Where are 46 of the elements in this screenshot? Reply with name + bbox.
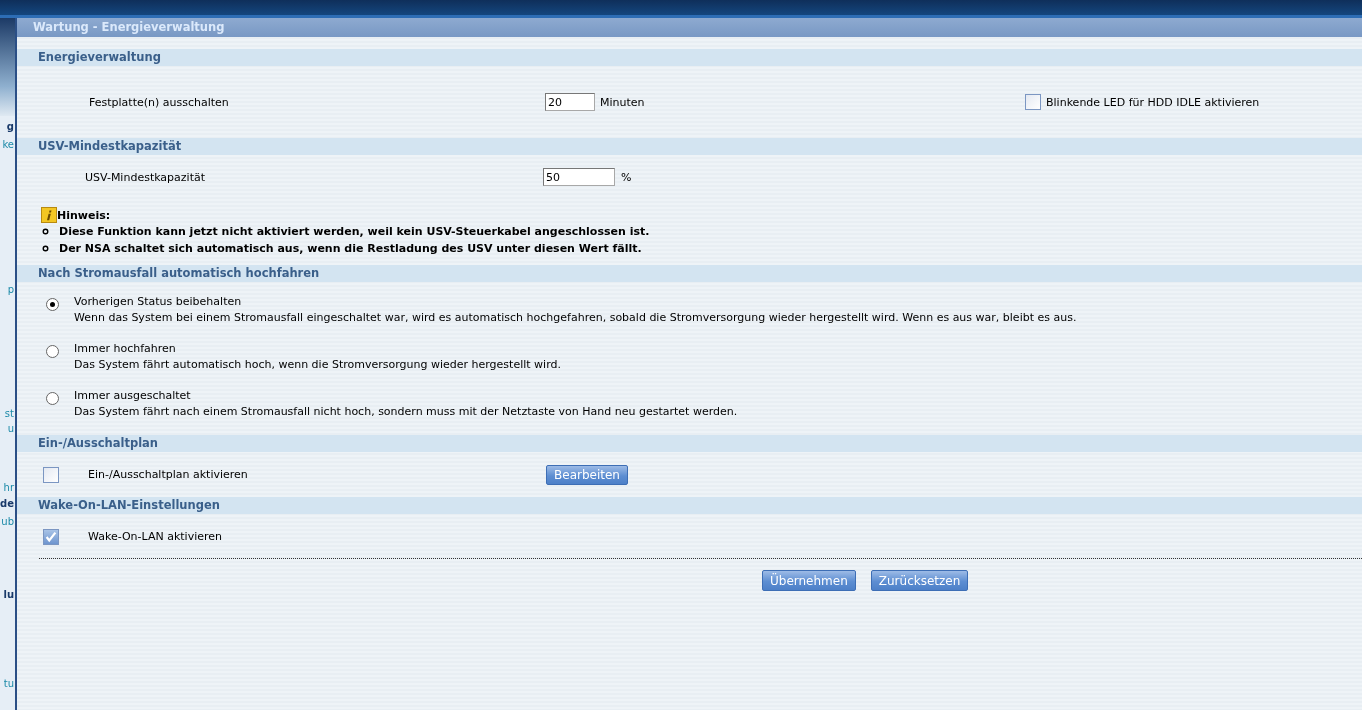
- option-label: Immer ausgeschaltet: [74, 388, 192, 404]
- sidebar-link[interactable]: u: [7, 422, 15, 435]
- sidebar-link[interactable]: ub: [1, 515, 15, 528]
- section-title: USV-Mindestkapazität: [38, 139, 182, 153]
- section-title: Wake-On-LAN-Einstellungen: [38, 498, 220, 512]
- unit-label: %: [621, 170, 633, 184]
- sidebar-link[interactable]: st: [4, 407, 15, 420]
- note-text: Der NSA schaltet sich automatisch aus, wenn die Restladung des USV unter diesen Wert fällt.: [59, 242, 642, 255]
- option-description: Das System fährt automatisch hoch, wenn die Stromversorgung wieder hergestellt wird.: [74, 357, 561, 373]
- input-field[interactable]: 20: [545, 93, 595, 111]
- note-title: Hinweis:: [57, 208, 111, 222]
- checkbox-label: Wake-On-LAN aktivieren: [88, 530, 223, 543]
- radio-button[interactable]: [46, 392, 59, 405]
- action-button[interactable]: Zurücksetzen: [870, 570, 969, 591]
- info-icon: [41, 207, 57, 223]
- unit-label: Minuten: [600, 95, 646, 109]
- action-button[interactable]: Übernehmen: [762, 570, 856, 591]
- sidebar-link[interactable]: tu: [3, 677, 15, 690]
- field-label: USV-Mindestkapazität: [84, 170, 207, 184]
- edit-button[interactable]: Bearbeiten: [546, 464, 628, 485]
- sidebar-link[interactable]: g: [6, 120, 15, 133]
- option-description: Wenn das System bei einem Stromausfall eingeschaltet war, wird es automatisch hochgefahren, sobald die Stromversorgung wieder hergestellt wird. Wenn es aus war, bleibt es aus.: [74, 310, 1077, 326]
- section-title: Energieverwaltung: [38, 50, 161, 64]
- sidebar-link[interactable]: de: [0, 497, 15, 510]
- option-label: Vorherigen Status beibehalten: [74, 294, 243, 310]
- option-label: Immer hochfahren: [74, 341, 177, 357]
- checkbox-label: Ein-/Ausschaltplan aktivieren: [88, 468, 249, 481]
- radio-button[interactable]: [46, 345, 59, 358]
- bullet-icon: [42, 228, 49, 235]
- field-label: Festplatte(n) ausschalten: [88, 95, 230, 109]
- note-text: Diese Funktion kann jetzt nicht aktiviert werden, weil kein USV-Steuerkabel angeschlossen ist.: [59, 225, 650, 238]
- sidebar-link[interactable]: hr: [3, 481, 15, 494]
- checkbox[interactable]: [1025, 94, 1041, 110]
- bullet-icon: [42, 245, 49, 252]
- checkbox[interactable]: [43, 528, 59, 545]
- sidebar-link[interactable]: ke: [2, 138, 15, 151]
- panel-title: Wartung - Energieverwaltung: [17, 18, 1362, 37]
- section-title: Ein-/Ausschaltplan: [38, 436, 159, 450]
- sidebar-link[interactable]: lu: [3, 588, 15, 601]
- section-title: Nach Stromausfall automatisch hochfahren: [38, 266, 320, 280]
- sidebar-link[interactable]: p: [7, 283, 15, 296]
- option-description: Das System fährt nach einem Stromausfall nicht hoch, sondern muss mit der Netztaste von Hand neu gestartet werden.: [74, 404, 738, 420]
- input-field[interactable]: 50: [543, 168, 615, 186]
- checkbox[interactable]: [43, 466, 59, 483]
- radio-button[interactable]: [46, 298, 59, 311]
- checkbox-label: Blinkende LED für HDD IDLE aktivieren: [1046, 95, 1260, 109]
